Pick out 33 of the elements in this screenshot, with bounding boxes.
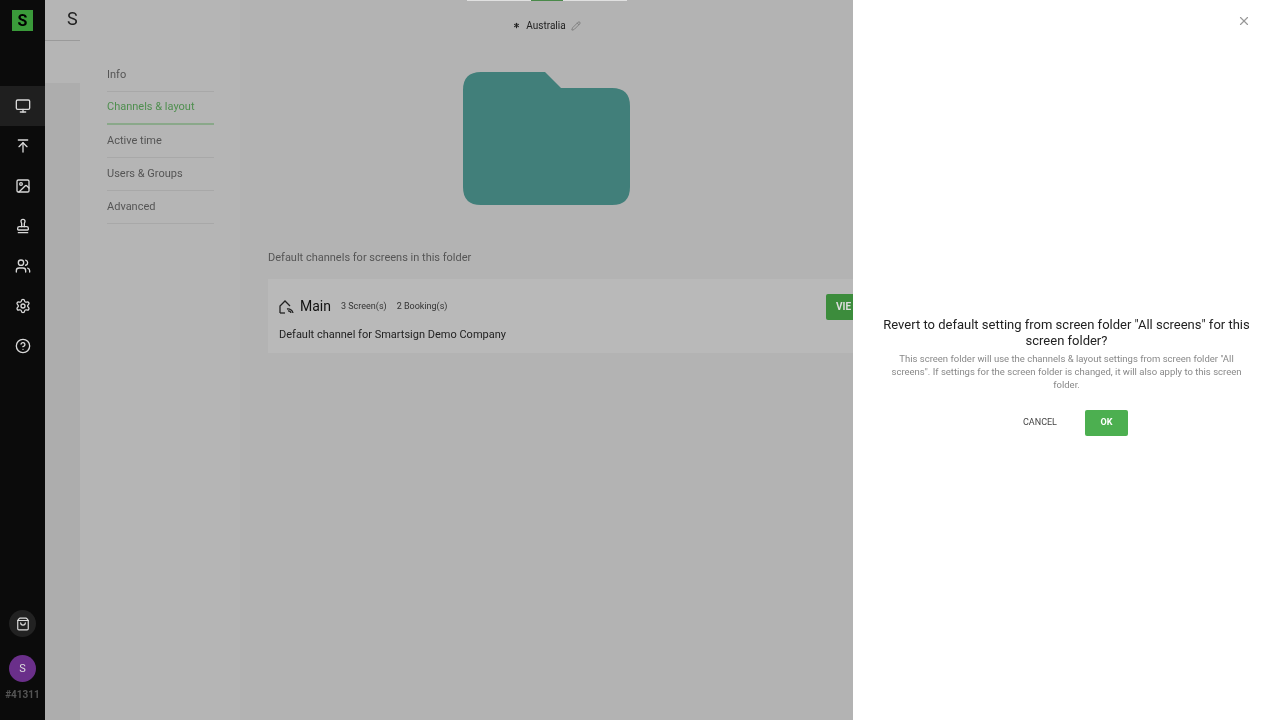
folder-icon <box>463 72 630 205</box>
folder-menu-tab[interactable]: Active time <box>107 125 214 158</box>
bag-icon <box>15 616 30 631</box>
settings-icon <box>14 298 31 314</box>
channel-description: Default channel for Smartsign Demo Company <box>279 326 507 343</box>
screen-count: 3 Screen(s) <box>341 299 387 313</box>
folder-menu-tab[interactable]: Advanced <box>107 191 214 224</box>
booking-count: 2 Booking(s) <box>396 299 448 313</box>
avatar[interactable]: S <box>9 655 36 682</box>
dialog-title: Revert to default setting from screen folder "All screens" for this screen folder? <box>882 317 1251 349</box>
monitor-nav-button[interactable] <box>0 86 45 126</box>
header-title: S <box>67 8 78 29</box>
view-button[interactable]: VIE <box>826 293 853 320</box>
help-icon <box>14 338 31 354</box>
channel-name: Main <box>300 297 331 316</box>
ok-button[interactable]: OK <box>1085 410 1128 436</box>
image-icon <box>14 178 31 194</box>
account-id: #41311 <box>5 688 40 702</box>
section-title: Default channels for screens in this folder <box>268 250 473 266</box>
logo: S <box>12 10 33 31</box>
dialog-message: This screen folder will use the channels & layout settings from screen folder "All screens". If settings for the screen folder is changed, it will also apply to this screen folder. <box>890 352 1243 391</box>
close-icon <box>1237 14 1251 28</box>
folder-menu-tab[interactable]: Users & Groups <box>107 158 214 191</box>
stamp-icon <box>14 218 31 234</box>
bag-button[interactable] <box>9 610 36 637</box>
cancel-button[interactable]: CANCEL <box>1015 410 1065 436</box>
asterisk-icon <box>512 21 522 30</box>
channel-icon <box>279 299 294 314</box>
folder-menu-tab[interactable]: Info <box>107 59 214 92</box>
monitor-icon <box>14 98 31 114</box>
folder-menu-tab[interactable]: Channels & layout <box>107 92 214 125</box>
users-icon <box>14 258 31 274</box>
folder-name: Australia <box>526 19 566 33</box>
